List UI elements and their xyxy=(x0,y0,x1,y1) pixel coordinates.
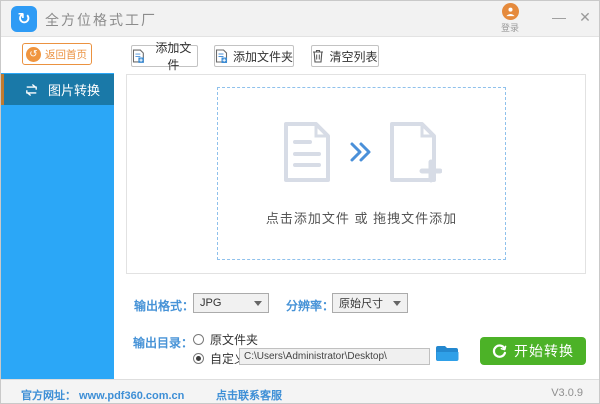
version-label: V3.0.9 xyxy=(551,387,583,399)
resolution-label: 分辨率： xyxy=(286,299,335,313)
user-avatar-icon xyxy=(501,3,519,20)
app-title: 全方位格式工厂 xyxy=(45,12,157,28)
double-chevron-right-icon xyxy=(350,142,370,162)
add-file-icon xyxy=(132,49,144,63)
clear-list-button[interactable]: 清空列表 xyxy=(311,45,379,67)
resolution-select-value: 原始尺寸 xyxy=(339,298,383,310)
radio-unselected-icon xyxy=(193,334,204,345)
folder-icon xyxy=(435,346,458,361)
start-convert-label: 开始转换 xyxy=(514,343,574,359)
login-label: 登录 xyxy=(500,23,519,33)
format-select[interactable]: JPG xyxy=(193,293,269,313)
person-icon xyxy=(505,7,515,17)
repeat-icon xyxy=(26,83,37,96)
title-bar: ↻ 全方位格式工厂 登录 — ✕ xyxy=(1,1,599,37)
add-file-label: 添加文件 xyxy=(155,41,192,72)
format-select-value: JPG xyxy=(200,297,222,309)
app-logo-icon: ↻ xyxy=(11,6,37,32)
add-folder-label: 添加文件夹 xyxy=(233,49,294,64)
file-list-panel: 点击添加文件 或 拖拽文件添加 xyxy=(126,74,586,274)
back-arrow-icon: ↺ xyxy=(26,46,41,62)
radio-source-folder[interactable]: 原文件夹 xyxy=(193,331,258,348)
radio-source-label: 原文件夹 xyxy=(210,333,259,347)
chevron-down-icon xyxy=(393,301,401,306)
output-dir-label: 输出目录： xyxy=(133,336,194,350)
footer-bar: 官方网址： www.pdf360.com.cn 点击联系客服 V3.0.9 xyxy=(1,379,599,403)
start-convert-button[interactable]: 开始转换 xyxy=(480,337,586,365)
minimize-button[interactable]: — xyxy=(549,7,569,27)
add-folder-button[interactable]: 添加文件夹 xyxy=(214,45,294,67)
chevron-down-icon xyxy=(254,301,262,306)
add-file-button[interactable]: 添加文件 xyxy=(131,41,198,72)
browse-folder-button[interactable] xyxy=(434,344,460,364)
dropzone-hint: 点击添加文件 或 拖拽文件添加 xyxy=(265,211,458,226)
app-window: ↻ 全方位格式工厂 登录 — ✕ ↺ 返回首页 图片转换 添加文件 添加文件夹 … xyxy=(0,0,600,404)
document-icon xyxy=(283,122,330,182)
output-path-input[interactable] xyxy=(239,348,430,365)
add-folder-icon xyxy=(215,49,228,63)
back-home-strip: ↺ 返回首页 xyxy=(1,37,114,73)
login-button[interactable]: 登录 xyxy=(495,3,525,34)
convert-progress-icon xyxy=(492,343,507,358)
contact-support-link[interactable]: 点击联系客服 xyxy=(216,387,282,403)
sidebar-item-image-convert[interactable]: 图片转换 xyxy=(1,74,114,105)
output-format-label: 输出格式： xyxy=(134,299,195,313)
clear-list-label: 清空列表 xyxy=(329,49,378,64)
sidebar: 图片转换 xyxy=(1,73,114,379)
radio-dot xyxy=(196,356,201,361)
sidebar-item-label: 图片转换 xyxy=(48,83,101,98)
dropzone-illustration xyxy=(218,120,505,184)
radio-selected-icon xyxy=(193,353,204,364)
add-document-icon xyxy=(389,122,442,183)
trash-icon xyxy=(313,49,324,63)
close-button[interactable]: ✕ xyxy=(575,7,595,27)
back-home-button[interactable]: ↺ 返回首页 xyxy=(22,43,92,65)
official-site-link[interactable]: 官方网址： www.pdf360.com.cn xyxy=(21,387,184,403)
app-logo-glyph: ↻ xyxy=(17,11,31,28)
back-home-label: 返回首页 xyxy=(45,48,87,61)
resolution-select[interactable]: 原始尺寸 xyxy=(332,293,408,313)
file-dropzone[interactable]: 点击添加文件 或 拖拽文件添加 xyxy=(217,87,506,260)
